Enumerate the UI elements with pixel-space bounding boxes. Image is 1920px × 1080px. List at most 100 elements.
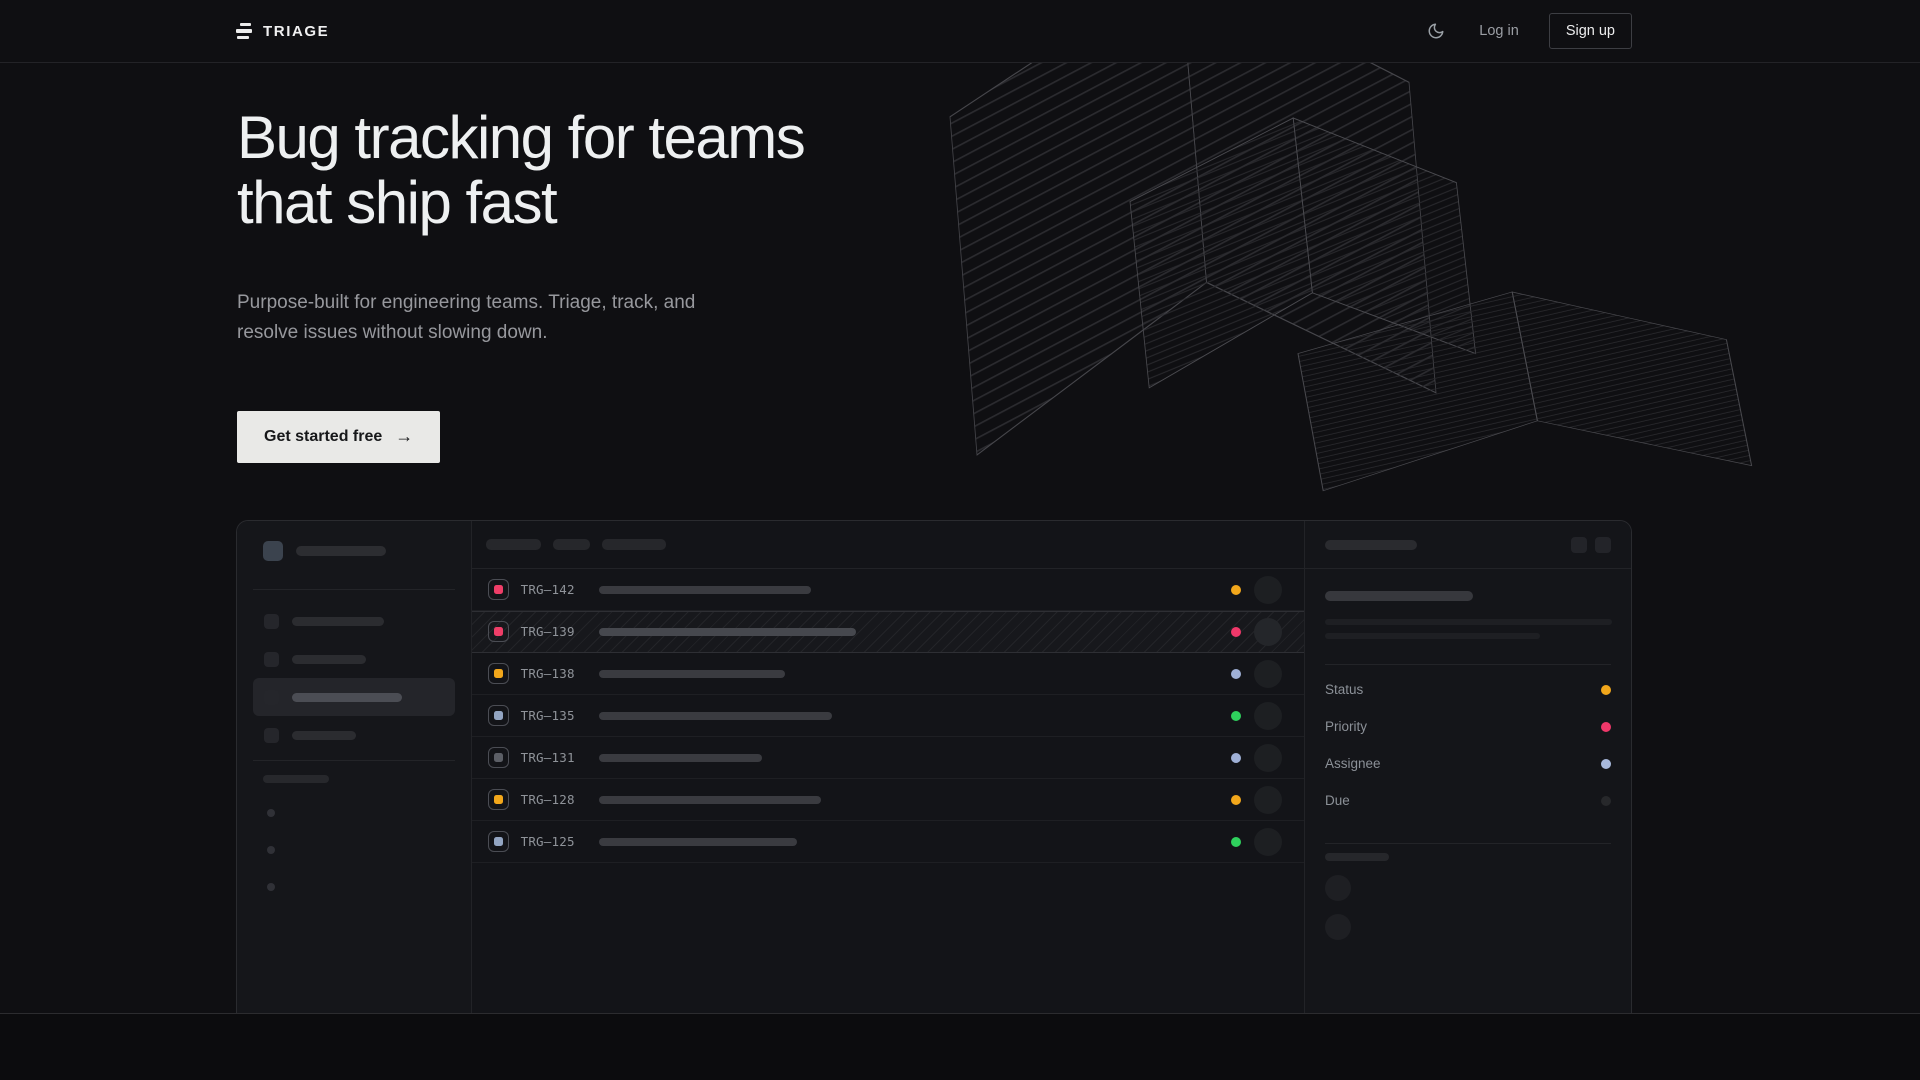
issue-row[interactable]: TRG–131 <box>472 737 1304 779</box>
issue-id: TRG–128 <box>521 792 591 807</box>
issue-row[interactable]: TRG–128 <box>472 779 1304 821</box>
issue-type-icon <box>488 579 509 600</box>
issue-list-toolbar <box>472 521 1304 569</box>
issue-title-skeleton <box>599 754 762 762</box>
panel-action-button[interactable] <box>1595 537 1611 553</box>
property-row[interactable]: Due <box>1325 782 1611 819</box>
activity-avatar <box>1325 875 1351 901</box>
ribbon-3 <box>1298 292 1752 491</box>
assignee-avatar <box>1254 786 1282 814</box>
sidebar-bullets <box>253 809 455 891</box>
activity-avatars <box>1325 875 1611 940</box>
panel-breadcrumb-skeleton <box>1325 540 1417 550</box>
panel-header-actions <box>1571 537 1611 553</box>
status-dot <box>1231 711 1241 721</box>
issue-id: TRG–138 <box>521 666 591 681</box>
property-value-dot <box>1601 685 1611 695</box>
login-link[interactable]: Log in <box>1479 23 1519 39</box>
sidebar-nav-item[interactable] <box>253 602 455 640</box>
issue-type-icon <box>488 663 509 684</box>
sidebar-item-label-skeleton <box>292 693 402 702</box>
workspace-avatar <box>263 541 283 561</box>
sidebar-item-icon <box>264 728 279 743</box>
issue-title-skeleton <box>599 838 797 846</box>
theme-toggle-button[interactable] <box>1423 18 1449 44</box>
assignee-avatar <box>1254 702 1282 730</box>
property-row[interactable]: Status <box>1325 671 1611 708</box>
mockup-sidebar <box>237 521 472 1013</box>
next-section-band <box>0 1013 1920 1080</box>
issue-title-skeleton <box>599 586 811 594</box>
landing-page: TRIAGE Log in Sign up Bug tracking for t… <box>0 0 1920 1080</box>
sidebar-nav-item[interactable] <box>253 716 455 754</box>
hero-title: Bug tracking for teams that ship fast <box>237 106 804 235</box>
issue-type-icon <box>488 789 509 810</box>
property-value-dot <box>1601 722 1611 732</box>
issue-id: TRG–125 <box>521 834 591 849</box>
issue-row[interactable]: TRG–139 <box>472 611 1304 653</box>
panel-divider <box>1325 843 1611 844</box>
filter-pill-skeleton[interactable] <box>486 539 541 550</box>
property-row[interactable]: Assignee <box>1325 745 1611 782</box>
issue-type-icon <box>488 747 509 768</box>
sidebar-item-icon <box>264 690 279 705</box>
ribbon-1 <box>950 0 1436 455</box>
sidebar-divider <box>253 589 455 590</box>
sidebar-item-icon <box>264 652 279 667</box>
issue-row[interactable]: TRG–135 <box>472 695 1304 737</box>
issue-row[interactable]: TRG–138 <box>472 653 1304 695</box>
sidebar-nav-item[interactable] <box>253 640 455 678</box>
app-mockup: TRG–142 TRG–139 TRG–138 TRG–135 TRG– <box>236 520 1632 1013</box>
workspace-switcher[interactable] <box>253 537 455 565</box>
issue-row[interactable]: TRG–125 <box>472 821 1304 863</box>
assignee-avatar <box>1254 660 1282 688</box>
ribbon-2 <box>1130 118 1476 388</box>
issue-type-icon <box>488 831 509 852</box>
status-dot <box>1231 627 1241 637</box>
filter-pill-skeleton[interactable] <box>602 539 666 550</box>
sidebar-bullet-dot <box>267 883 275 891</box>
issue-id: TRG–142 <box>521 582 591 597</box>
assignee-avatar <box>1254 618 1282 646</box>
filter-pill-skeleton[interactable] <box>553 539 590 550</box>
issue-list: TRG–142 TRG–139 TRG–138 TRG–135 TRG– <box>472 521 1304 1013</box>
top-nav: TRIAGE Log in Sign up <box>0 0 1920 63</box>
assignee-avatar <box>1254 828 1282 856</box>
property-value-dot <box>1601 759 1611 769</box>
issue-list-rows: TRG–142 TRG–139 TRG–138 TRG–135 TRG– <box>472 569 1304 863</box>
panel-header <box>1305 521 1631 569</box>
workspace-name-skeleton <box>296 546 386 556</box>
status-dot <box>1231 669 1241 679</box>
sidebar-item-label-skeleton <box>292 731 356 740</box>
issue-title-skeleton <box>599 628 856 636</box>
signup-button[interactable]: Sign up <box>1549 13 1632 49</box>
sidebar-item-label-skeleton <box>292 655 366 664</box>
hero-subtitle: Purpose-built for engineering teams. Tri… <box>237 288 717 349</box>
sidebar-section-label-skeleton <box>263 775 329 783</box>
property-row[interactable]: Priority <box>1325 708 1611 745</box>
issue-id: TRG–131 <box>521 750 591 765</box>
issue-title-skeleton <box>599 796 821 804</box>
brand-name: TRIAGE <box>263 23 329 40</box>
description-line-skeleton <box>1325 633 1540 639</box>
sidebar-item-label-skeleton <box>292 617 384 626</box>
issue-id: TRG–139 <box>521 624 591 639</box>
property-label: Status <box>1325 682 1363 697</box>
panel-body: Status Priority Assignee Due <box>1305 591 1631 940</box>
property-label: Due <box>1325 793 1350 808</box>
panel-action-button[interactable] <box>1571 537 1587 553</box>
panel-divider <box>1325 664 1611 665</box>
sidebar-nav-item[interactable] <box>253 678 455 716</box>
hero-title-line2: that ship fast <box>237 171 804 236</box>
hero-title-line1: Bug tracking for teams <box>237 106 804 171</box>
description-line-skeleton <box>1325 619 1612 625</box>
issue-type-icon <box>488 705 509 726</box>
issue-row[interactable]: TRG–142 <box>472 569 1304 611</box>
issue-id: TRG–135 <box>521 708 591 723</box>
get-started-button[interactable]: Get started free → <box>237 411 440 463</box>
assignee-avatar <box>1254 576 1282 604</box>
triage-bars-icon <box>236 23 252 40</box>
nav-actions: Log in Sign up <box>1423 13 1632 49</box>
property-label: Priority <box>1325 719 1367 734</box>
brand-logo[interactable]: TRIAGE <box>236 23 329 40</box>
